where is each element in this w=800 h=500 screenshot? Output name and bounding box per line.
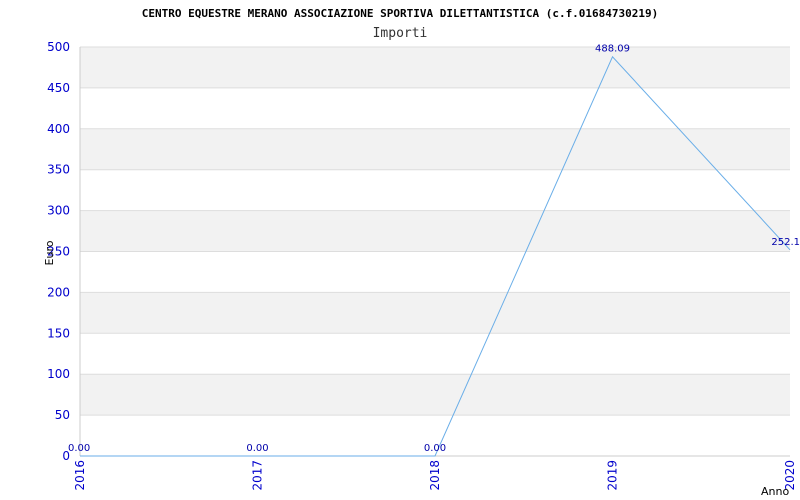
- plot-band: [80, 169, 790, 211]
- chart-title: CENTRO EQUESTRE MERANO ASSOCIAZIONE SPOR…: [142, 7, 659, 20]
- y-tick-label: 200: [47, 285, 70, 299]
- chart-subtitle: Importi: [373, 26, 428, 41]
- y-tick-label: 400: [47, 122, 70, 136]
- data-label: 0.00: [424, 443, 446, 454]
- plot-band: [80, 251, 790, 293]
- plot-band: [80, 87, 790, 129]
- y-tick-label: 150: [47, 326, 70, 340]
- data-label: 0.00: [68, 443, 90, 454]
- data-label: 0.00: [246, 443, 268, 454]
- x-tick-label: 2019: [606, 460, 620, 491]
- y-axis-label: Euro: [43, 240, 56, 265]
- plot-band: [80, 292, 790, 334]
- y-tick-label: 500: [47, 40, 70, 54]
- x-tick-label: 2016: [73, 460, 87, 491]
- data-label: 252.1: [771, 237, 800, 248]
- plot-band: [80, 374, 790, 416]
- plot-band: [80, 210, 790, 252]
- y-tick-label: 50: [55, 408, 70, 422]
- x-tick-label: 2017: [251, 460, 265, 491]
- plot-band: [80, 128, 790, 170]
- chart: 050100150200250300350400450500 2016 2017 2…: [43, 7, 800, 498]
- x-tick-labels: 2016 2017 2018 2019 2020: [73, 460, 797, 491]
- y-tick-label: 450: [47, 81, 70, 95]
- plot-band: [80, 333, 790, 375]
- y-tick-label: 350: [47, 163, 70, 177]
- x-axis-label: Anno: [761, 485, 789, 498]
- y-tick-label: 100: [47, 367, 70, 381]
- y-tick-label: 300: [47, 204, 70, 218]
- data-label: 488.09: [595, 44, 630, 55]
- x-tick-label: 2018: [428, 460, 442, 491]
- plot-band: [80, 47, 790, 88]
